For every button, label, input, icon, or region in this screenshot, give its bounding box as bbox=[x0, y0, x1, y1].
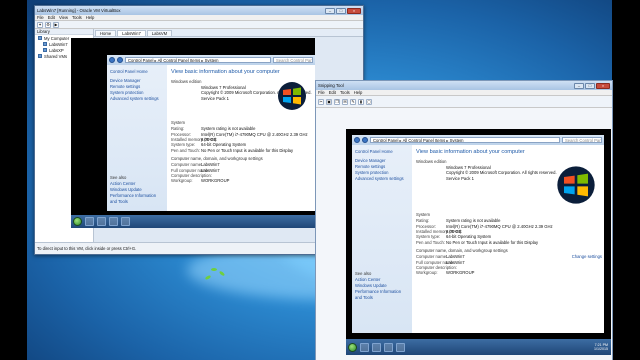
snip-search-box: Search Control Panel bbox=[562, 137, 602, 143]
explorer-icon[interactable] bbox=[97, 217, 106, 226]
change-settings-link: Change settings bbox=[571, 254, 602, 260]
windows-logo-icon bbox=[557, 166, 595, 204]
link-performance-tools[interactable]: Performance Information and Tools bbox=[110, 193, 160, 205]
computer-icon bbox=[38, 36, 42, 40]
copy-icon[interactable]: ❐ bbox=[334, 98, 340, 105]
menu-item-view[interactable]: View bbox=[59, 15, 68, 20]
guest-task-pane: Control Panel Home Device Manager Remote… bbox=[107, 65, 167, 211]
guest-search-input[interactable]: Search Control Panel bbox=[273, 57, 313, 63]
control-panel-icon bbox=[396, 342, 405, 352]
snip-task-pane: Control Panel Home Device Manager Remote… bbox=[352, 145, 412, 333]
tab-home[interactable]: Home bbox=[95, 30, 117, 36]
vm-icon bbox=[43, 42, 47, 46]
menu-item-tools[interactable]: Tools bbox=[340, 90, 350, 95]
guest-system-info: View basic information about your comput… bbox=[171, 69, 313, 211]
link-advanced-system-settings[interactable]: Advanced system settings bbox=[110, 96, 164, 102]
tab-labsvm[interactable]: LabsVM bbox=[146, 30, 173, 36]
menu-item-edit[interactable]: Edit bbox=[329, 90, 336, 95]
snip-breadcrumb: Control Panel ▸ All Control Panel Items … bbox=[370, 137, 560, 143]
windows-logo-icon bbox=[278, 82, 306, 110]
toolbar: ✦ ⚙ ▶ bbox=[35, 21, 363, 29]
folder-icon bbox=[38, 54, 42, 58]
back-icon[interactable] bbox=[109, 57, 115, 63]
forward-icon[interactable] bbox=[117, 57, 123, 63]
forward-icon bbox=[362, 137, 368, 143]
snipping-toolbar: ✂ ▣ ❐ ✉ ✎ ▮ ◻ bbox=[316, 96, 612, 108]
tray-clock: 7:21 PM 1/1/2015 bbox=[594, 342, 608, 352]
page-title: View basic information about your comput… bbox=[171, 69, 280, 75]
new-snip-icon[interactable]: ✂ bbox=[318, 98, 324, 105]
guest-address-bar: Control Panel ▸ All Control Panel Items … bbox=[107, 55, 315, 65]
see-also-title: See also bbox=[110, 175, 127, 180]
start-icon[interactable]: ▶ bbox=[53, 21, 59, 28]
snip-system-info: View basic information about your comput… bbox=[416, 149, 602, 276]
info-row: Pen and Touch: No Pen or Touch Input is a… bbox=[171, 147, 294, 153]
service-pack: Service Pack 1 bbox=[201, 95, 229, 101]
menu-item-file[interactable]: File bbox=[37, 15, 44, 20]
save-icon[interactable]: ▣ bbox=[326, 98, 332, 105]
snipping-tool-window[interactable]: Snipping Tool – □ × File Edit Tools Help… bbox=[315, 80, 613, 360]
vm-display[interactable]: Control Panel ▸ All Control Panel Items … bbox=[71, 38, 315, 228]
ie-icon[interactable] bbox=[85, 217, 94, 226]
info-row: Workgroup: WORKGROUP bbox=[171, 178, 230, 184]
wallpaper-leaf-icon bbox=[211, 268, 217, 271]
vm-icon bbox=[43, 48, 47, 52]
pen-icon[interactable]: ✎ bbox=[350, 98, 356, 105]
snipping-titlebar[interactable]: Snipping Tool – □ × bbox=[316, 81, 612, 90]
guest-taskbar bbox=[71, 215, 315, 228]
window-title: LabsWin7 [Running] - Oracle VM VirtualBo… bbox=[37, 8, 121, 13]
menu-item-help[interactable]: Help bbox=[354, 90, 363, 95]
eraser-icon[interactable]: ◻ bbox=[366, 98, 372, 105]
menu-item-tools[interactable]: Tools bbox=[72, 15, 82, 20]
snip-control-panel-window: Control Panel ▸ All Control Panel Items … bbox=[352, 135, 604, 333]
status-text: To direct input to this VM, click inside… bbox=[37, 246, 137, 251]
menu-item-help[interactable]: Help bbox=[86, 15, 95, 20]
explorer-icon bbox=[372, 342, 381, 352]
start-orb-icon bbox=[348, 342, 357, 352]
snip-capture: Control Panel ▸ All Control Panel Items … bbox=[346, 129, 611, 355]
snipping-title: Snipping Tool bbox=[318, 83, 344, 88]
minimize-button[interactable]: – bbox=[574, 82, 584, 89]
vm-tab-strip: Home LabsWin7 LabsVM bbox=[94, 29, 363, 37]
back-icon bbox=[354, 137, 360, 143]
menu-item-edit[interactable]: Edit bbox=[48, 15, 55, 20]
ie-icon bbox=[360, 342, 369, 352]
status-bar: To direct input to this VM, click inside… bbox=[35, 242, 363, 254]
maximize-button[interactable]: □ bbox=[585, 82, 595, 89]
guest-control-panel-window[interactable]: Control Panel ▸ All Control Panel Items … bbox=[107, 55, 315, 211]
screen: LabsWin7 [Running] - Oracle VM VirtualBo… bbox=[0, 0, 640, 360]
media-player-icon bbox=[384, 342, 393, 352]
computer-name-title: Computer name, domain, and workgroup set… bbox=[171, 156, 263, 162]
media-player-icon[interactable] bbox=[109, 217, 118, 226]
maximize-button[interactable]: □ bbox=[336, 7, 346, 14]
virtualbox-titlebar[interactable]: LabsWin7 [Running] - Oracle VM VirtualBo… bbox=[35, 6, 363, 15]
send-icon[interactable]: ✉ bbox=[342, 98, 348, 105]
snip-address-bar: Control Panel ▸ All Control Panel Items … bbox=[352, 135, 604, 145]
start-orb-icon[interactable] bbox=[73, 217, 82, 226]
snip-taskbar: 7:21 PM 1/1/2015 bbox=[346, 339, 611, 355]
control-panel-icon[interactable] bbox=[121, 217, 130, 226]
system-title: System bbox=[171, 120, 185, 126]
minimize-button[interactable]: – bbox=[325, 7, 335, 14]
tab-labswin7[interactable]: LabsWin7 bbox=[117, 30, 146, 36]
highlighter-icon[interactable]: ▮ bbox=[358, 98, 364, 105]
settings-icon[interactable]: ⚙ bbox=[45, 21, 51, 28]
new-vm-icon[interactable]: ✦ bbox=[37, 21, 43, 28]
close-button[interactable]: × bbox=[347, 7, 361, 14]
guest-breadcrumb[interactable]: Control Panel ▸ All Control Panel Items … bbox=[125, 57, 271, 63]
menu-item-file[interactable]: File bbox=[318, 90, 325, 95]
close-button[interactable]: × bbox=[596, 82, 610, 89]
